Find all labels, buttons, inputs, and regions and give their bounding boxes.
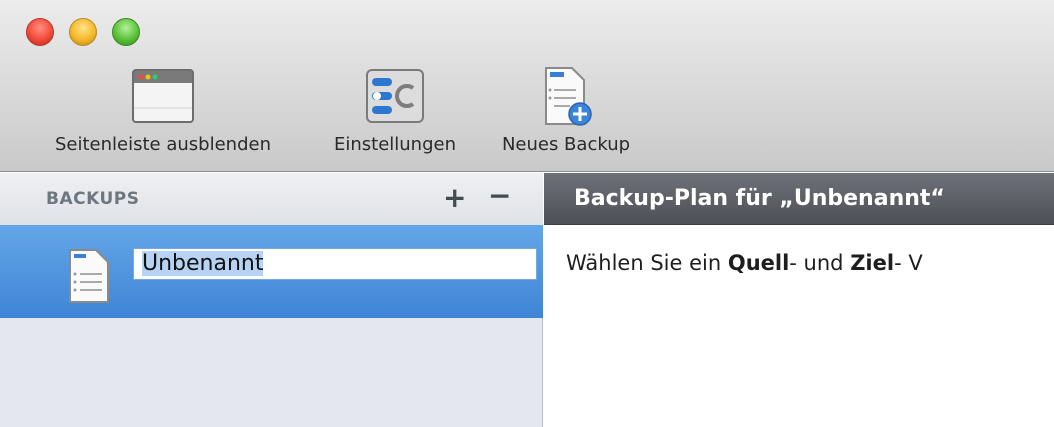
main-header: Backup-Plan für „Unbenannt“ (544, 173, 1054, 225)
remove-backup-button[interactable]: − (488, 179, 511, 212)
toolbar: Seitenleiste ausblenden Einstellungen Ne… (0, 0, 1054, 172)
minimize-window-button[interactable] (69, 18, 97, 46)
app-window: Seitenleiste ausblenden Einstellungen Ne… (0, 0, 1054, 427)
instruction-middle: - und (789, 251, 851, 275)
instruction-prefix: Wählen Sie ein (566, 251, 728, 275)
toggle-sidebar-label: Seitenleiste ausblenden (55, 134, 271, 155)
zoom-window-button[interactable] (112, 18, 140, 46)
sidebar-item-unbenannt[interactable]: Unbenannt (0, 225, 543, 318)
sidebar-header: BACKUPS + − (0, 173, 543, 225)
main-panel: Backup-Plan für „Unbenannt“ Wählen Sie e… (544, 173, 1054, 427)
backup-name-text: Unbenannt (142, 251, 264, 276)
sidebar: BACKUPS + − Unbenannt (0, 173, 543, 427)
instruction-source: Quell (727, 251, 790, 275)
instruction-suffix: - V (894, 251, 923, 275)
window-sidebar-icon (131, 66, 195, 130)
toggle-sidebar-button[interactable]: Seitenleiste ausblenden (24, 62, 302, 166)
document-icon (66, 248, 114, 308)
settings-label: Einstellungen (333, 134, 457, 155)
backup-plan-title: Backup-Plan für „Unbenannt“ (574, 186, 945, 211)
settings-button[interactable]: Einstellungen (312, 62, 478, 166)
sidebar-title: BACKUPS (46, 189, 140, 209)
new-document-icon (534, 66, 598, 134)
settings-switches-icon (363, 66, 427, 130)
instruction-text: Wählen Sie ein Quell- und Ziel- V (566, 251, 923, 275)
new-backup-label: Neues Backup (501, 134, 631, 155)
new-backup-button[interactable]: Neues Backup (486, 62, 646, 166)
add-backup-button[interactable]: + (443, 181, 466, 214)
close-window-button[interactable] (26, 18, 54, 46)
instruction-target: Ziel (850, 251, 895, 275)
backup-name-field[interactable]: Unbenannt (133, 248, 537, 280)
